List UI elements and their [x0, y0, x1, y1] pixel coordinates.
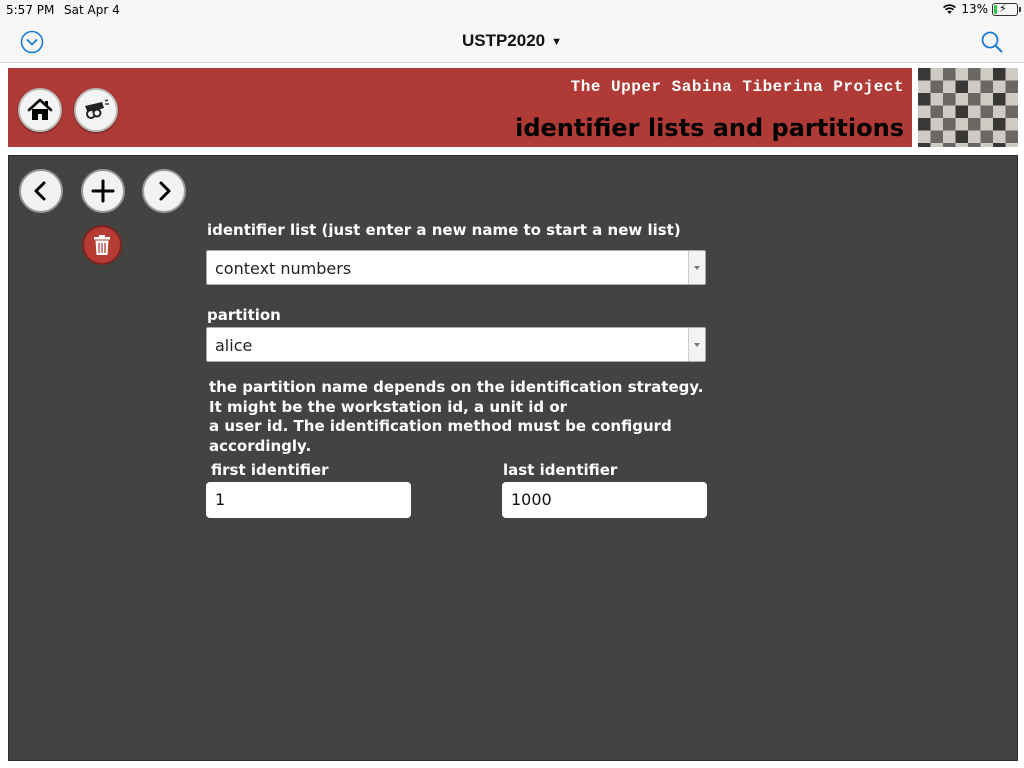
- battery-percent: 13%: [961, 2, 988, 16]
- add-button[interactable]: [81, 169, 125, 213]
- app-title-menu[interactable]: USTP2020 ▼: [0, 31, 1024, 51]
- partition-select[interactable]: alice: [206, 327, 706, 362]
- first-identifier-input[interactable]: 1: [206, 482, 411, 518]
- home-button[interactable]: [18, 88, 62, 132]
- battery-icon: ⚡: [992, 1, 1021, 16]
- last-identifier-value: 1000: [511, 490, 552, 509]
- delete-button[interactable]: [82, 225, 122, 265]
- chevron-left-icon: [34, 181, 46, 201]
- help-line: the partition name depends on the identi…: [209, 378, 704, 396]
- status-bar: 5:57 PM Sat Apr 4 13% ⚡: [0, 0, 1024, 22]
- identifier-list-label: identifier list (just enter a new name t…: [207, 221, 681, 237]
- main-panel: identifier list (just enter a new name t…: [8, 155, 1018, 761]
- page-title: identifier lists and partitions: [515, 114, 904, 142]
- last-identifier-input[interactable]: 1000: [502, 482, 707, 518]
- search-icon[interactable]: [980, 30, 1004, 54]
- cannon-icon: [85, 99, 109, 119]
- dropdown-arrow-icon: [688, 328, 705, 361]
- partition-value: alice: [215, 336, 253, 355]
- last-identifier-label: last identifier: [503, 461, 618, 479]
- charging-bolt-icon: ⚡: [999, 1, 1007, 15]
- chevron-right-icon: [159, 181, 171, 201]
- partition-help-text: the partition name depends on the identi…: [209, 378, 749, 456]
- wifi-icon: [943, 4, 957, 14]
- trash-icon: [94, 235, 110, 255]
- caret-down-icon: ▼: [551, 35, 563, 48]
- identifier-list-value: context numbers: [215, 259, 352, 278]
- help-line: a user id. The identification method mus…: [209, 417, 672, 435]
- nav-bar: USTP2020 ▼: [0, 22, 1024, 63]
- first-identifier-label: first identifier: [211, 461, 329, 479]
- help-line: It might be the workstation id, a unit i…: [209, 397, 568, 416]
- plus-icon: [91, 179, 115, 203]
- page-header: The Upper Sabina Tiberina Project identi…: [8, 68, 912, 147]
- next-button[interactable]: [142, 169, 186, 213]
- dropdown-arrow-icon: [688, 251, 705, 284]
- app-title: USTP2020: [461, 31, 546, 50]
- help-line: accordingly.: [209, 436, 312, 455]
- home-icon: [27, 98, 53, 120]
- status-right: 13% ⚡: [942, 1, 1021, 16]
- status-time: 5:57 PM: [6, 3, 55, 17]
- project-name: The Upper Sabina Tiberina Project: [570, 78, 904, 96]
- previous-button[interactable]: [19, 169, 63, 213]
- first-identifier-value: 1: [215, 490, 226, 509]
- cannon-button[interactable]: [74, 88, 118, 132]
- identifier-list-select[interactable]: context numbers: [206, 250, 706, 285]
- status-date: Sat Apr 4: [64, 3, 120, 17]
- project-logo: [918, 68, 1018, 147]
- partition-label: partition: [207, 306, 281, 324]
- battery-fill: [994, 4, 997, 14]
